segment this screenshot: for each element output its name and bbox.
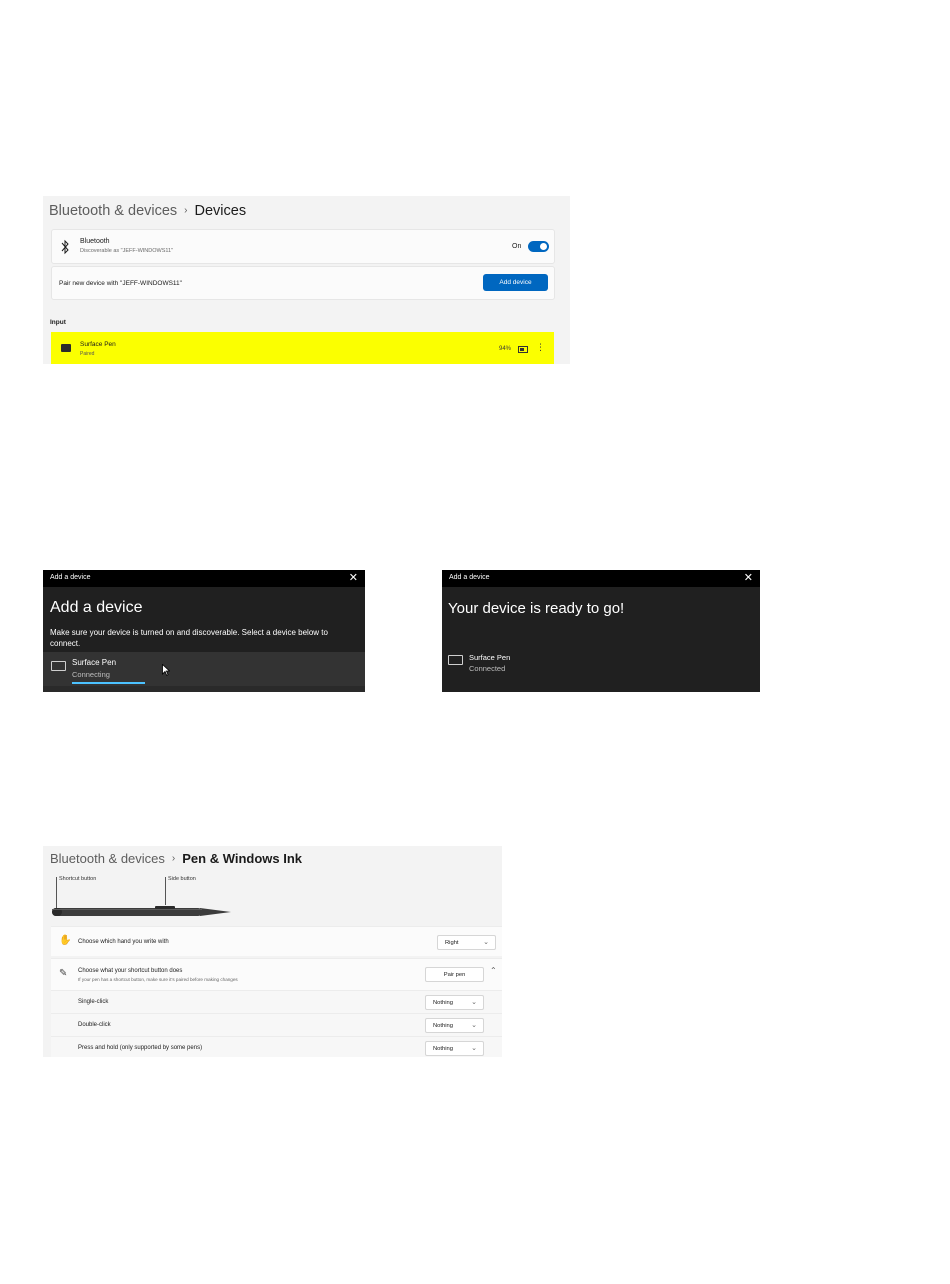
settings-row-double-click: Double-click Nothing ⌄ <box>51 1013 502 1036</box>
callout-side-button: Side button <box>168 876 196 882</box>
close-icon[interactable]: ✕ <box>744 571 753 584</box>
press-and-hold-label: Press and hold (only supported by some p… <box>78 1045 203 1051</box>
bluetooth-card: Bluetooth Discoverable as "JEFF-WINDOWS1… <box>51 229 555 264</box>
dialog-footer <box>43 686 365 692</box>
settings-row-shortcut-button[interactable]: ✎ Choose what your shortcut button does … <box>51 958 502 990</box>
input-section-label: Input <box>50 319 66 326</box>
press-and-hold-value: Nothing <box>433 1046 453 1052</box>
dialog-description: Make sure your device is turned on and d… <box>50 628 328 648</box>
toggle-knob <box>540 243 547 250</box>
device-name: Surface Pen <box>469 653 511 662</box>
connecting-progress-bar <box>72 682 145 684</box>
chevron-down-icon: ⌄ <box>471 1045 477 1052</box>
pen-icon: ✎ <box>59 968 68 979</box>
double-click-dropdown[interactable]: Nothing ⌄ <box>425 1018 484 1033</box>
pen-icon <box>61 344 71 352</box>
double-click-value: Nothing <box>433 1023 453 1029</box>
add-device-dialog-ready: Add a device ✕ Your device is ready to g… <box>442 570 760 692</box>
double-click-label: Double-click <box>78 1022 111 1028</box>
keyboard-icon <box>448 655 463 665</box>
breadcrumb-parent[interactable]: Bluetooth & devices <box>49 203 177 219</box>
dialog-title-bar: Add a device ✕ <box>43 570 365 587</box>
add-device-dialog-connecting: Add a device ✕ Add a device Make sure yo… <box>43 570 365 692</box>
dialog-heading: Add a device <box>50 599 143 616</box>
device-row-surface-pen[interactable]: Surface Pen Paired 94% ⋮ <box>51 332 554 364</box>
breadcrumb: Bluetooth & devices › Pen & Windows Ink <box>50 851 302 866</box>
surface-pen-illustration <box>52 906 231 916</box>
device-status: Paired <box>80 351 95 357</box>
handedness-dropdown[interactable]: Right ⌄ <box>437 935 496 950</box>
chevron-up-icon[interactable]: ⌃ <box>490 966 497 975</box>
press-and-hold-dropdown[interactable]: Nothing ⌄ <box>425 1041 484 1056</box>
pair-pen-button[interactable]: Pair pen <box>425 967 484 982</box>
chevron-down-icon: ⌄ <box>471 1022 477 1029</box>
bluetooth-toggle[interactable] <box>528 241 549 252</box>
breadcrumb: Bluetooth & devices › Devices <box>49 203 246 219</box>
mouse-cursor-icon <box>162 664 170 676</box>
settings-row-single-click: Single-click Nothing ⌄ <box>51 990 502 1013</box>
bluetooth-title: Bluetooth <box>80 238 110 245</box>
page-title: Devices <box>194 203 247 219</box>
bluetooth-subtitle: Discoverable as "JEFF-WINDOWS11" <box>80 248 174 254</box>
breadcrumb-parent[interactable]: Bluetooth & devices <box>50 851 165 866</box>
dialog-title-bar: Add a device ✕ <box>442 570 760 587</box>
settings-row-handedness: ✋ Choose which hand you write with Right… <box>51 926 502 956</box>
pen-settings-panel: Bluetooth & devices › Pen & Windows Ink Sh… <box>43 846 502 1057</box>
add-device-button[interactable]: Add device <box>483 274 548 291</box>
settings-row-press-and-hold: Press and hold (only supported by some p… <box>51 1036 502 1057</box>
shortcut-button-sublabel: If your pen has a shortcut button, make … <box>78 977 238 982</box>
single-click-label: Single-click <box>78 999 109 1005</box>
callout-leader-line <box>165 877 166 905</box>
breadcrumb-separator: › <box>171 853 176 864</box>
device-name: Surface Pen <box>72 658 117 667</box>
close-icon[interactable]: ✕ <box>349 571 358 584</box>
device-status: Connecting <box>72 670 110 679</box>
breadcrumb-separator: › <box>184 205 188 216</box>
handedness-value: Right <box>445 940 459 946</box>
shortcut-button-label: Choose what your shortcut button does <box>78 968 183 974</box>
device-list-item[interactable]: Surface Pen Connecting <box>43 652 365 686</box>
device-name: Surface Pen <box>80 341 116 348</box>
bluetooth-state-label: On <box>512 243 522 250</box>
pair-device-label: Pair new device with "JEFF-WINDOWS11" <box>59 280 182 287</box>
callout-shortcut-button: Shortcut button <box>59 876 97 882</box>
device-status: Connected <box>469 664 506 673</box>
page-title: Pen & Windows Ink <box>182 851 303 866</box>
dialog-heading: Your device is ready to go! <box>448 600 625 617</box>
pair-device-card: Pair new device with "JEFF-WINDOWS11" Ad… <box>51 266 555 300</box>
devices-settings-panel: Bluetooth & devices › Devices Bluetooth Di… <box>43 196 570 364</box>
hand-icon: ✋ <box>59 935 72 946</box>
keyboard-icon <box>51 661 66 671</box>
chevron-down-icon: ⌄ <box>483 939 489 946</box>
battery-percent: 94% <box>499 346 512 352</box>
handedness-label: Choose which hand you write with <box>78 939 169 945</box>
more-options-icon[interactable]: ⋮ <box>536 342 545 353</box>
battery-icon <box>518 346 528 353</box>
single-click-dropdown[interactable]: Nothing ⌄ <box>425 995 484 1010</box>
dialog-window-title: Add a device <box>50 574 91 581</box>
dialog-window-title: Add a device <box>449 574 490 581</box>
bluetooth-icon <box>61 239 69 255</box>
single-click-value: Nothing <box>433 1000 453 1006</box>
chevron-down-icon: ⌄ <box>471 999 477 1006</box>
